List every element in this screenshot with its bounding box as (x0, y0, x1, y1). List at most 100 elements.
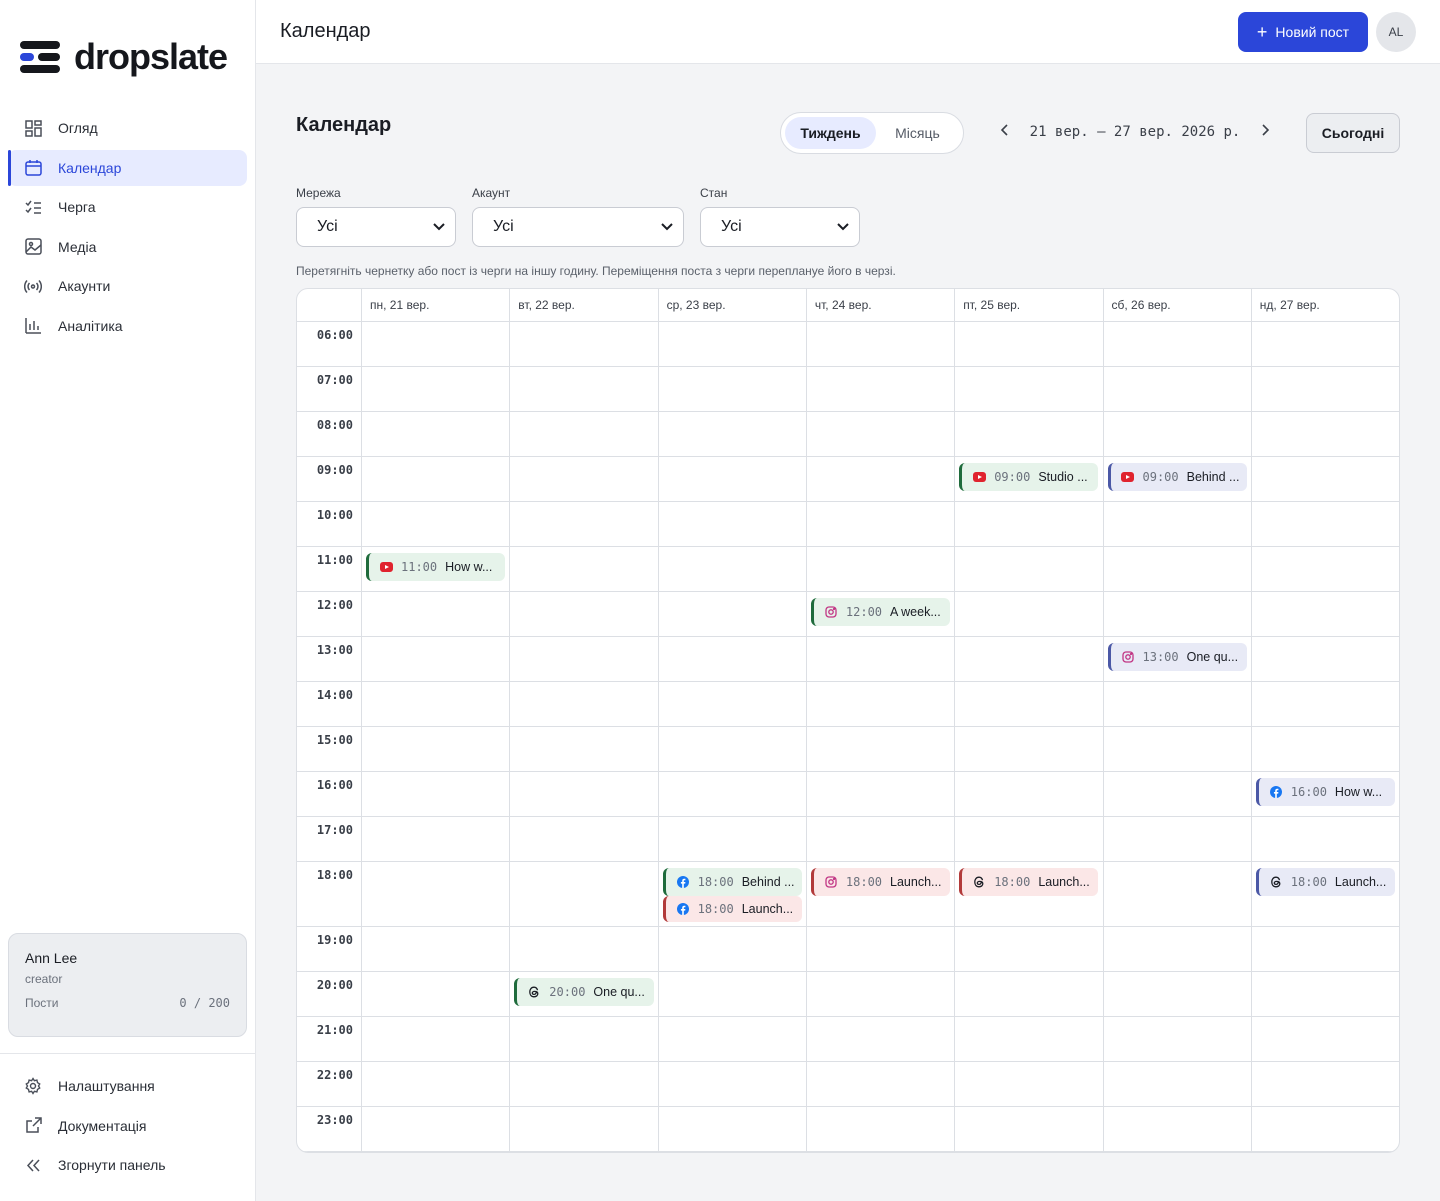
sidebar-item-settings[interactable]: Налаштування (8, 1068, 247, 1104)
calendar-slot[interactable] (659, 927, 806, 971)
calendar-slot[interactable] (510, 547, 657, 591)
calendar-slot[interactable] (659, 1107, 806, 1151)
calendar-slot[interactable] (510, 412, 657, 456)
calendar-slot[interactable] (955, 682, 1102, 726)
calendar-slot[interactable] (362, 817, 509, 861)
scheduled-post[interactable]: 18:00 Launch... (810, 868, 951, 896)
scheduled-post[interactable]: 13:00 One qu... (1107, 643, 1247, 671)
calendar-slot[interactable] (362, 927, 509, 971)
calendar-slot[interactable] (955, 1017, 1102, 1061)
calendar-slot[interactable] (955, 972, 1102, 1016)
calendar-slot[interactable] (955, 727, 1102, 771)
calendar-slot[interactable] (955, 412, 1102, 456)
scheduled-post[interactable]: 12:00 A week... (810, 598, 951, 626)
calendar-slot[interactable] (362, 1017, 509, 1061)
calendar-slot[interactable] (955, 1062, 1102, 1106)
calendar-slot[interactable] (1104, 412, 1251, 456)
scheduled-post[interactable]: 20:00 One qu... (514, 978, 654, 1006)
calendar-slot[interactable] (510, 457, 657, 501)
calendar-slot[interactable] (1252, 927, 1399, 971)
calendar-slot[interactable] (362, 412, 509, 456)
calendar-slot[interactable] (659, 412, 806, 456)
calendar-slot[interactable] (510, 1017, 657, 1061)
calendar-slot[interactable] (1104, 972, 1251, 1016)
calendar-slot[interactable] (1252, 547, 1399, 591)
calendar-slot[interactable] (510, 1062, 657, 1106)
calendar-slot[interactable] (362, 1062, 509, 1106)
account-select[interactable]: Усі (472, 207, 684, 247)
calendar-slot[interactable] (362, 727, 509, 771)
calendar-slot[interactable] (510, 637, 657, 681)
calendar-slot[interactable] (1252, 592, 1399, 636)
sidebar-item-docs[interactable]: Документація (8, 1108, 247, 1144)
new-post-button[interactable]: + Новий пост (1238, 12, 1368, 52)
calendar-slot[interactable] (1252, 682, 1399, 726)
sidebar-item-analytics[interactable]: Аналітика (8, 308, 247, 344)
calendar-slot[interactable] (362, 592, 509, 636)
calendar-slot[interactable] (807, 322, 954, 366)
calendar-slot[interactable] (510, 1107, 657, 1151)
scheduled-post[interactable]: 09:00 Studio ... (959, 463, 1099, 491)
calendar-slot[interactable] (955, 547, 1102, 591)
calendar-slot[interactable] (659, 637, 806, 681)
calendar-slot[interactable] (807, 367, 954, 411)
calendar-slot[interactable] (955, 927, 1102, 971)
calendar-slot[interactable] (659, 817, 806, 861)
month-view-button[interactable]: Місяць (876, 117, 959, 149)
calendar-slot[interactable] (659, 772, 806, 816)
calendar-slot[interactable] (1104, 502, 1251, 546)
calendar-slot[interactable] (955, 772, 1102, 816)
calendar-slot[interactable] (807, 972, 954, 1016)
calendar-slot[interactable] (807, 1062, 954, 1106)
calendar-slot[interactable] (510, 927, 657, 971)
calendar-slot[interactable] (510, 682, 657, 726)
calendar-slot[interactable] (955, 637, 1102, 681)
week-view-button[interactable]: Тиждень (785, 117, 876, 149)
calendar-slot[interactable] (510, 772, 657, 816)
calendar-slot[interactable] (807, 547, 954, 591)
calendar-slot[interactable] (807, 1107, 954, 1151)
calendar-slot[interactable] (1252, 412, 1399, 456)
calendar-slot[interactable] (955, 817, 1102, 861)
calendar-slot[interactable] (510, 367, 657, 411)
calendar-slot[interactable] (659, 1062, 806, 1106)
calendar-slot[interactable] (362, 862, 509, 926)
calendar-slot[interactable] (1104, 1062, 1251, 1106)
calendar-slot[interactable] (362, 682, 509, 726)
sidebar-item-media[interactable]: Медіа (8, 229, 247, 265)
calendar-slot[interactable] (1104, 772, 1251, 816)
calendar-slot[interactable] (1252, 727, 1399, 771)
calendar-slot[interactable] (362, 502, 509, 546)
calendar-slot[interactable] (807, 457, 954, 501)
calendar-slot[interactable] (1252, 367, 1399, 411)
calendar-slot[interactable] (1104, 547, 1251, 591)
avatar[interactable]: AL (1376, 12, 1416, 52)
calendar-slot[interactable] (1104, 727, 1251, 771)
calendar-slot[interactable] (1104, 1017, 1251, 1061)
calendar-slot[interactable] (955, 1107, 1102, 1151)
calendar-slot[interactable] (1252, 972, 1399, 1016)
calendar-slot[interactable] (807, 412, 954, 456)
calendar-slot[interactable] (1104, 682, 1251, 726)
scheduled-post[interactable]: 18:00 Launch... (959, 868, 1099, 896)
calendar-slot[interactable] (510, 727, 657, 771)
scheduled-post[interactable]: 11:00 How w... (366, 553, 506, 581)
calendar-slot[interactable] (362, 322, 509, 366)
state-select[interactable]: Усі (700, 207, 860, 247)
scheduled-post[interactable]: 18:00 Launch... (1255, 868, 1396, 896)
scheduled-post[interactable]: 16:00 How w... (1255, 778, 1396, 806)
sidebar-item-collapse[interactable]: Згорнути панель (8, 1147, 247, 1183)
calendar-slot[interactable] (955, 322, 1102, 366)
calendar-slot[interactable] (1252, 457, 1399, 501)
scheduled-post[interactable]: 09:00 Behind ... (1107, 463, 1247, 491)
calendar-slot[interactable] (807, 772, 954, 816)
calendar-slot[interactable] (659, 682, 806, 726)
calendar-slot[interactable] (659, 592, 806, 636)
calendar-slot[interactable] (807, 637, 954, 681)
calendar-slot[interactable] (659, 322, 806, 366)
calendar-slot[interactable] (1104, 1107, 1251, 1151)
calendar-slot[interactable] (362, 772, 509, 816)
calendar-slot[interactable] (1104, 367, 1251, 411)
scheduled-post[interactable]: 18:00 Behind ... (662, 868, 802, 896)
calendar-slot[interactable] (1252, 322, 1399, 366)
